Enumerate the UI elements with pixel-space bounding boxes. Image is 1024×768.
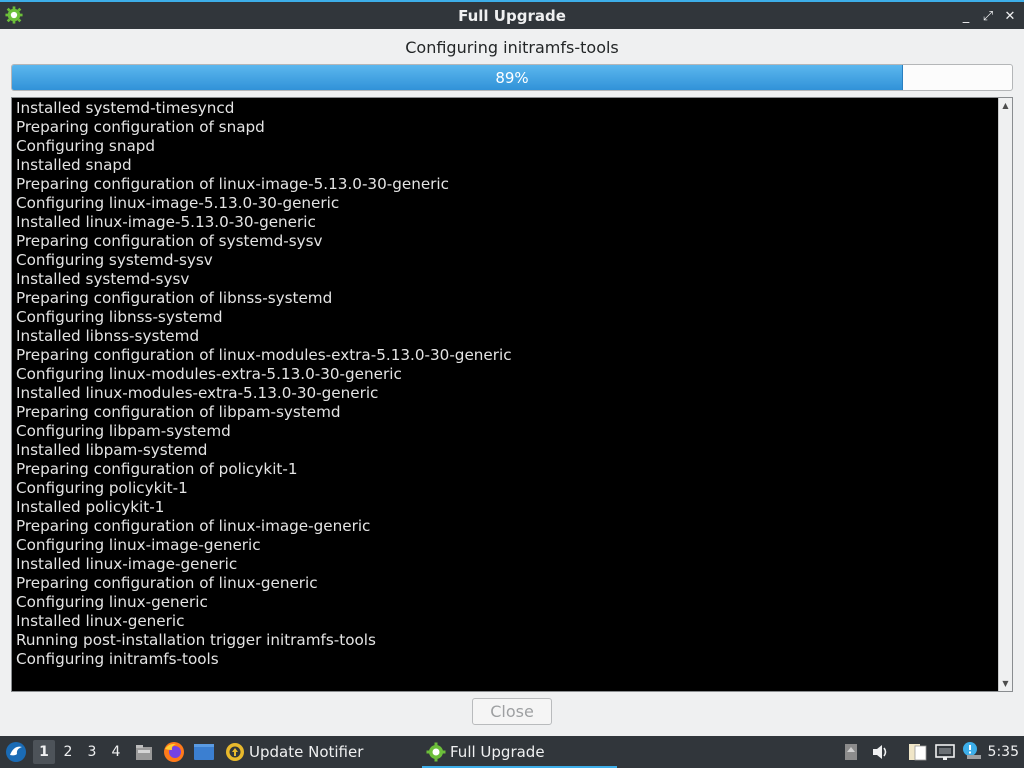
close-window-button[interactable]: ✕ (1002, 9, 1018, 24)
close-button[interactable]: Close (472, 698, 552, 725)
window-title: Full Upgrade (458, 7, 566, 25)
taskbar: 1 2 3 4 Update Notifier Full Upgrade 5:3… (0, 736, 1024, 768)
log-line: Installed linux-image-generic (16, 555, 238, 573)
log-line: Installed linux-image-5.13.0-30-generic (16, 213, 316, 231)
log-line: Installed linux-modules-extra-5.13.0-30-… (16, 384, 379, 402)
log-line: Installed policykit-1 (16, 498, 165, 516)
desktop-4[interactable]: 4 (105, 740, 127, 764)
log-line: Preparing configuration of linux-generic (16, 574, 318, 592)
notification-icon[interactable] (961, 741, 983, 761)
window-titlebar[interactable]: Full Upgrade _ ⤢ ✕ (0, 0, 1024, 29)
log-line: Preparing configuration of linux-image-5… (16, 175, 449, 193)
desktop-2[interactable]: 2 (57, 740, 79, 764)
log-line: Preparing configuration of policykit-1 (16, 460, 298, 478)
log-line: Preparing configuration of snapd (16, 118, 265, 136)
update-notifier-icon (226, 743, 244, 761)
network-icon[interactable] (934, 742, 956, 762)
scroll-up-icon[interactable]: ▲ (999, 99, 1012, 112)
log-line: Configuring linux-image-generic (16, 536, 261, 554)
clock[interactable]: 5:35 (988, 736, 1019, 768)
log-line: Configuring linux-modules-extra-5.13.0-3… (16, 365, 402, 383)
log-line: Installed libpam-systemd (16, 441, 208, 459)
status-label: Configuring initramfs-tools (405, 38, 619, 57)
updates-tray-icon[interactable] (843, 742, 859, 762)
log-line: Preparing configuration of linux-image-g… (16, 517, 371, 535)
log-line: Configuring libpam-systemd (16, 422, 231, 440)
log-line: Configuring snapd (16, 137, 156, 155)
scroll-down-icon[interactable]: ▼ (999, 677, 1012, 690)
maximize-button[interactable]: ⤢ (980, 9, 996, 24)
log-line: Configuring systemd-sysv (16, 251, 213, 269)
firefox-icon[interactable] (163, 741, 185, 763)
log-line: Preparing configuration of systemd-sysv (16, 232, 323, 250)
log-line: Configuring linux-generic (16, 593, 208, 611)
log-scrollbar[interactable]: ▲ ▼ (998, 98, 1012, 691)
progress-label: 89% (495, 69, 529, 87)
task-label: Update Notifier (249, 743, 364, 761)
log-line: Preparing configuration of linux-modules… (16, 346, 512, 364)
task-update-notifier[interactable]: Update Notifier (225, 736, 363, 768)
log-line: Configuring linux-image-5.13.0-30-generi… (16, 194, 340, 212)
log-lines: Installed systemd-timesyncd Preparing con… (12, 98, 998, 691)
scroll-thumb[interactable] (1001, 114, 1010, 674)
desktop-1[interactable]: 1 (33, 740, 55, 764)
clipboard-icon[interactable] (906, 742, 928, 762)
log-line: Configuring libnss-systemd (16, 308, 223, 326)
minimize-button[interactable]: _ (958, 9, 974, 24)
gear-icon (426, 742, 446, 762)
log-line: Configuring policykit-1 (16, 479, 188, 497)
log-line: Installed linux-generic (16, 612, 185, 630)
log-line: Configuring initramfs-tools (16, 650, 219, 668)
progress-bar: 89% (11, 64, 1013, 91)
task-full-upgrade[interactable]: Full Upgrade (422, 736, 617, 768)
show-desktop-icon[interactable] (193, 743, 215, 761)
log-line: Preparing configuration of libpam-system… (16, 403, 341, 421)
log-line: Installed systemd-timesyncd (16, 99, 235, 117)
log-line: Installed libnss-systemd (16, 327, 200, 345)
log-output[interactable]: Installed systemd-timesyncd Preparing con… (11, 97, 1013, 692)
log-line: Installed systemd-sysv (16, 270, 190, 288)
volume-icon[interactable] (870, 742, 890, 762)
log-line: Installed snapd (16, 156, 132, 174)
file-manager-icon[interactable] (134, 742, 154, 762)
log-line: Preparing configuration of libnss-system… (16, 289, 333, 307)
log-line: Running post-installation trigger initra… (16, 631, 376, 649)
desktop-3[interactable]: 3 (81, 740, 103, 764)
task-label: Full Upgrade (450, 743, 545, 761)
start-menu-icon[interactable] (5, 741, 27, 763)
